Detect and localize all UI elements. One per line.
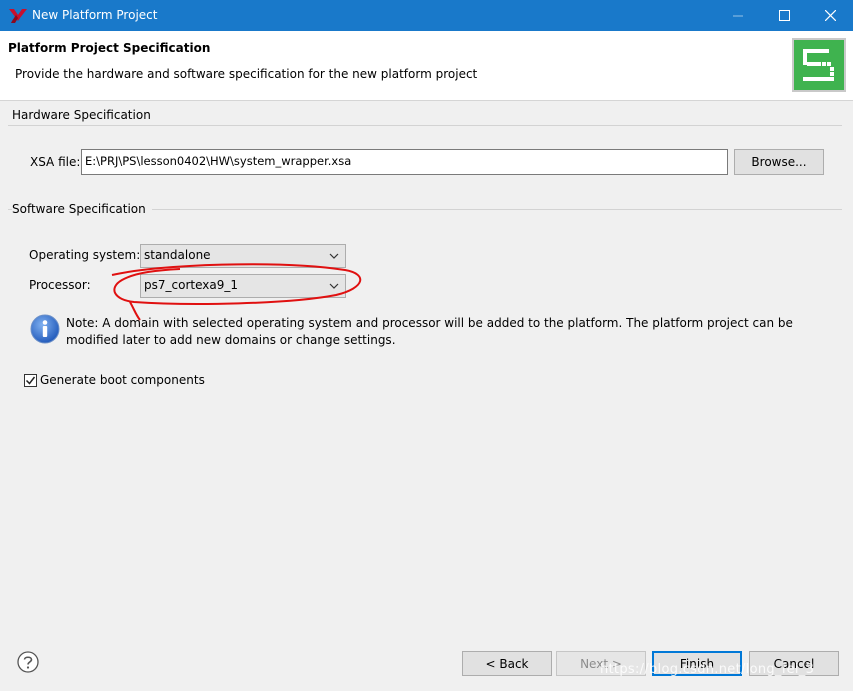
- cancel-button[interactable]: Cancel: [749, 651, 839, 676]
- browse-button[interactable]: Browse...: [734, 149, 824, 175]
- minimize-icon: [732, 15, 743, 17]
- wizard-header: Platform Project Specification Provide t…: [0, 31, 853, 101]
- xilinx-logo-icon: [9, 9, 27, 23]
- page-title: Platform Project Specification: [8, 41, 211, 55]
- operating-system-select[interactable]: standalone: [140, 244, 346, 268]
- minimize-button[interactable]: [715, 0, 761, 31]
- page-description: Provide the hardware and software specif…: [15, 67, 478, 81]
- processor-value: ps7_cortexa9_1: [144, 278, 238, 292]
- generate-boot-checkbox[interactable]: [24, 374, 37, 387]
- generate-boot-label: Generate boot components: [40, 373, 205, 387]
- help-icon[interactable]: [17, 651, 39, 673]
- xsa-file-label: XSA file:: [30, 155, 81, 169]
- chevron-down-icon: [329, 253, 339, 259]
- close-button[interactable]: [807, 0, 853, 31]
- operating-system-label: Operating system:: [29, 248, 141, 262]
- finish-button[interactable]: Finish: [652, 651, 742, 676]
- next-button[interactable]: Next >: [556, 651, 646, 676]
- maximize-button[interactable]: [761, 0, 807, 31]
- title-bar: New Platform Project: [0, 0, 853, 31]
- close-icon: [824, 10, 836, 21]
- hardware-section-label: Hardware Specification: [12, 108, 157, 122]
- platform-banner-icon: [792, 38, 846, 92]
- operating-system-value: standalone: [144, 248, 211, 262]
- back-button[interactable]: < Back: [462, 651, 552, 676]
- info-icon: [30, 314, 60, 344]
- window-title: New Platform Project: [32, 8, 158, 22]
- hardware-section-divider: [8, 125, 842, 126]
- checkmark-icon: [25, 376, 36, 385]
- chevron-down-icon: [329, 283, 339, 289]
- processor-label: Processor:: [29, 278, 91, 292]
- software-section-label: Software Specification: [12, 202, 152, 216]
- xsa-file-input[interactable]: E:\PRJ\PS\lesson0402\HW\system_wrapper.x…: [81, 149, 728, 175]
- maximize-icon: [778, 10, 790, 21]
- domain-note: Note: A domain with selected operating s…: [66, 316, 793, 347]
- processor-select[interactable]: ps7_cortexa9_1: [140, 274, 346, 298]
